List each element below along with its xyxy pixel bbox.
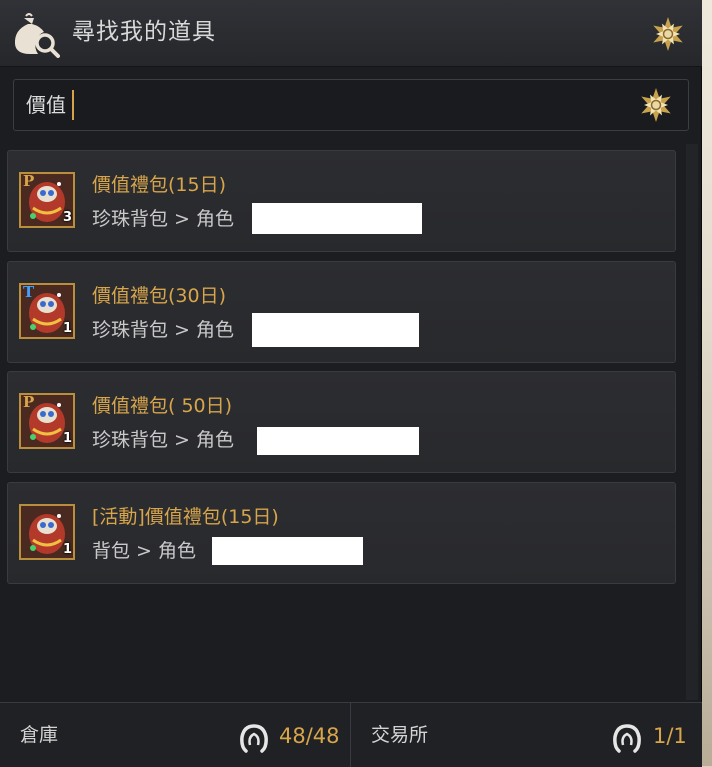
item-location: 珍珠背包 > 角色 bbox=[92, 429, 234, 451]
footer-bar: 倉庫 48/48 交易所 1/1 bbox=[0, 702, 702, 767]
window-title: 尋找我的道具 bbox=[72, 19, 216, 45]
item-count: 1 bbox=[62, 321, 72, 336]
item-icon: P 1 bbox=[19, 393, 75, 449]
warehouse-label: 倉庫 bbox=[20, 724, 59, 746]
window-header[interactable]: 尋找我的道具 bbox=[0, 0, 702, 67]
item-grade: T bbox=[23, 283, 35, 301]
market-label: 交易所 bbox=[371, 724, 429, 746]
item-name: 價值禮包(30日) bbox=[92, 285, 227, 307]
flower-emblem-icon[interactable] bbox=[638, 87, 674, 123]
redacted-character-name bbox=[257, 427, 419, 455]
search-input[interactable] bbox=[26, 90, 626, 120]
item-name: [活動]價值禮包(15日) bbox=[92, 506, 279, 528]
item-count: 1 bbox=[62, 542, 72, 557]
footer-divider bbox=[350, 703, 351, 767]
redacted-character-name bbox=[212, 537, 363, 565]
item-location: 珍珠背包 > 角色 bbox=[92, 319, 234, 341]
result-item[interactable]: P 3 價值禮包(15日) 珍珠背包 > 角色 bbox=[7, 150, 676, 252]
results-scrollbar[interactable] bbox=[686, 144, 698, 700]
result-item[interactable]: T 1 價值禮包(30日) 珍珠背包 > 角色 bbox=[7, 261, 676, 363]
item-grade: P bbox=[23, 172, 35, 190]
flower-emblem-icon[interactable] bbox=[650, 16, 686, 52]
item-location: 珍珠背包 > 角色 bbox=[92, 208, 234, 230]
redacted-character-name bbox=[252, 313, 419, 347]
item-count: 3 bbox=[62, 210, 72, 225]
find-my-items-window: 尋找我的道具 價值 P 3 價值禮包(15日) 珍珠背包 > 角色 T 1 價值… bbox=[0, 0, 702, 767]
item-icon: P 3 bbox=[19, 172, 75, 228]
warehouse-count: 48/48 bbox=[279, 724, 340, 748]
item-icon: 1 bbox=[19, 504, 75, 560]
item-count: 1 bbox=[62, 431, 72, 446]
redacted-character-name bbox=[252, 203, 422, 234]
item-name: 價值禮包(15日) bbox=[92, 174, 227, 196]
search-box[interactable] bbox=[13, 79, 689, 131]
text-cursor bbox=[72, 90, 74, 120]
item-location: 背包 > 角色 bbox=[92, 540, 196, 562]
market-count: 1/1 bbox=[653, 724, 687, 748]
horseshoe-icon bbox=[240, 724, 268, 753]
item-icon: T 1 bbox=[19, 283, 75, 339]
item-grade: P bbox=[23, 393, 35, 411]
search-bag-icon bbox=[14, 13, 60, 58]
result-item[interactable]: 1 [活動]價值禮包(15日) 背包 > 角色 bbox=[7, 482, 676, 584]
horseshoe-icon bbox=[613, 724, 641, 753]
result-item[interactable]: P 1 價值禮包( 50日) 珍珠背包 > 角色 bbox=[7, 371, 676, 473]
item-name: 價值禮包( 50日) bbox=[92, 395, 233, 417]
